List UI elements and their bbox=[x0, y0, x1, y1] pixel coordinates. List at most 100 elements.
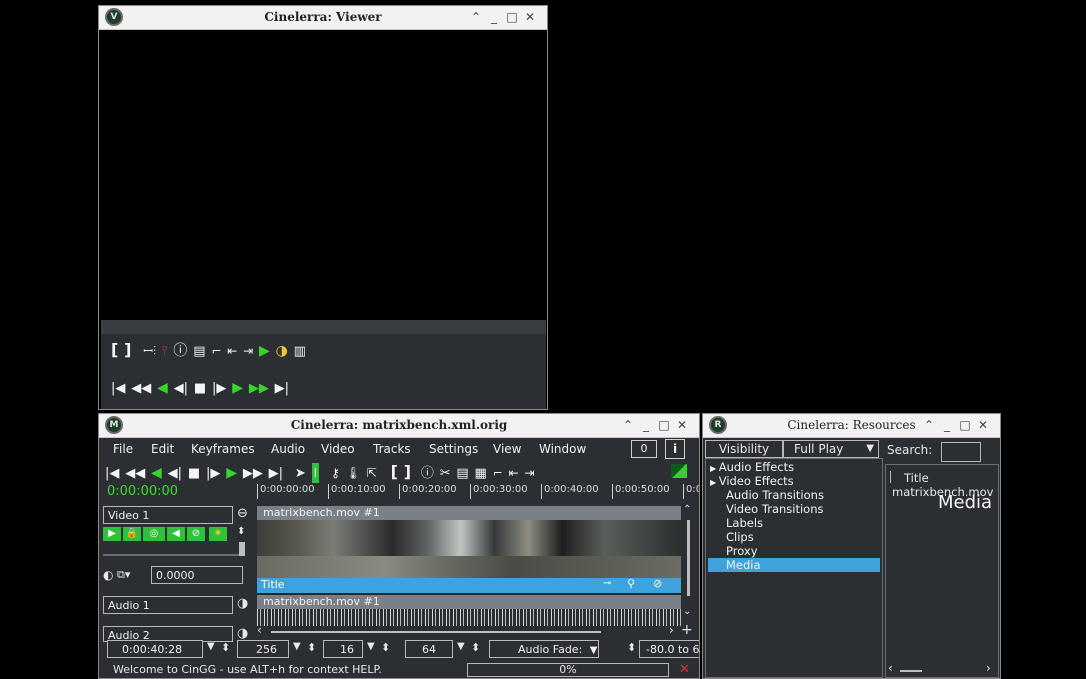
title-track[interactable]: Title ⊸ ⚲ ⊘ bbox=[257, 577, 681, 593]
info-icon[interactable]: ⓘ bbox=[421, 464, 434, 484]
ibeam-tool-icon[interactable]: I bbox=[311, 463, 320, 483]
thermometer-icon[interactable]: 🌡 bbox=[346, 463, 361, 483]
cut-icon[interactable]: ✂ bbox=[440, 464, 451, 484]
blend-mode-icon[interactable]: ◐ bbox=[103, 568, 113, 582]
out-point-icon[interactable]: ] bbox=[124, 340, 131, 360]
expand-icon[interactable]: ✷ bbox=[209, 527, 227, 541]
prev-label-icon[interactable]: ⇤ bbox=[509, 463, 519, 483]
close-icon[interactable]: ✕ bbox=[523, 10, 537, 24]
fast-forward-icon[interactable]: ▶▶ bbox=[249, 379, 269, 399]
minimize-icon[interactable]: _ bbox=[940, 418, 954, 432]
vertical-scrollbar[interactable]: ⌃ ⌄ bbox=[683, 504, 695, 626]
frame-forward-icon[interactable]: |▶ bbox=[212, 379, 226, 399]
visibility-button[interactable]: Visibility bbox=[705, 440, 783, 458]
expand-track-icon[interactable]: ⊖ bbox=[237, 506, 248, 521]
next-label-icon[interactable]: ⇥ bbox=[524, 463, 534, 483]
scroll-left-icon[interactable]: ‹ bbox=[888, 661, 893, 675]
menu-window[interactable]: Window bbox=[539, 442, 586, 456]
video-clip-header[interactable]: matrixbench.mov #1 bbox=[257, 506, 681, 520]
scroll-up-icon[interactable]: ⌃ bbox=[683, 504, 691, 515]
stepper-icon[interactable]: ⬍ bbox=[307, 641, 316, 654]
horizontal-scrollbar[interactable]: ‹ › + bbox=[257, 622, 697, 638]
stop-icon[interactable]: ■ bbox=[188, 464, 200, 484]
timeline-canvas[interactable]: matrixbench.mov #1 Title ⊸ ⚲ ⊘ matrixben… bbox=[257, 506, 681, 626]
scroll-right-icon[interactable]: › bbox=[986, 661, 991, 675]
zoom-icon[interactable]: ⚲ bbox=[627, 577, 635, 590]
folder-item[interactable]: Video Transitions bbox=[726, 502, 823, 516]
stepper-icon[interactable]: ⬍ bbox=[221, 641, 230, 654]
prev-label-icon[interactable]: ⇤ bbox=[227, 341, 237, 361]
dropdown-icon[interactable]: ▼ bbox=[293, 641, 301, 652]
menu-file[interactable]: File bbox=[113, 442, 133, 456]
folder-item[interactable]: ▶ Video Effects bbox=[710, 474, 794, 488]
frame-forward-icon[interactable]: |▶ bbox=[206, 464, 220, 484]
frame-reverse-icon[interactable]: ◀| bbox=[168, 464, 182, 484]
menu-video[interactable]: Video bbox=[321, 442, 355, 456]
main-titlebar[interactable]: M Cinelerra: matrixbench.xml.orig ⌃ _ □ … bbox=[99, 414, 699, 438]
paste-icon[interactable]: ▦ bbox=[475, 464, 487, 484]
copy-icon[interactable]: ▤ bbox=[193, 342, 205, 362]
folder-item[interactable]: Clips bbox=[726, 530, 754, 544]
label-icon[interactable]: ⌐ bbox=[211, 341, 221, 361]
cancel-icon[interactable]: ✕ bbox=[679, 662, 690, 677]
play-track-icon[interactable]: ▶ bbox=[103, 527, 121, 541]
maximize-icon[interactable]: □ bbox=[958, 418, 972, 432]
minimize-icon[interactable]: _ bbox=[639, 418, 653, 432]
expand-track-icon[interactable]: ◑ bbox=[237, 596, 248, 611]
frame-reverse-icon[interactable]: ◀| bbox=[174, 379, 188, 399]
minimize-icon[interactable]: _ bbox=[487, 10, 501, 24]
fade-value-field[interactable]: 0.0000 bbox=[151, 566, 243, 584]
in-point-icon[interactable]: [ bbox=[391, 462, 398, 482]
keyframe-icon[interactable]: ⊸ bbox=[603, 578, 611, 589]
close-icon[interactable]: ✕ bbox=[976, 418, 990, 432]
out-point-icon[interactable]: ] bbox=[404, 462, 411, 482]
position-field[interactable]: 0:00:40:28 bbox=[107, 640, 203, 658]
dropdown-icon[interactable]: ▼ bbox=[367, 641, 375, 652]
amp-zoom-field[interactable]: 16 bbox=[323, 640, 363, 658]
maximize-icon[interactable]: □ bbox=[657, 418, 671, 432]
scroll-thumb[interactable] bbox=[687, 520, 690, 596]
fast-reverse-icon[interactable]: ◀◀ bbox=[125, 464, 145, 484]
maximize-icon[interactable]: □ bbox=[505, 10, 519, 24]
audio1-track-name[interactable]: Audio 1 bbox=[103, 596, 233, 614]
audio-waveform[interactable] bbox=[257, 609, 681, 626]
resources-titlebar[interactable]: R Cinelerra: Resources ⌃ _ □ ✕ bbox=[703, 414, 1000, 438]
stepper-icon[interactable]: ⬍ bbox=[627, 641, 636, 654]
video-track-name[interactable]: Video 1 bbox=[103, 506, 233, 524]
scroll-left-icon[interactable]: ‹ bbox=[257, 623, 262, 637]
camera-icon[interactable]: ◎ bbox=[143, 527, 165, 541]
in-point-icon[interactable]: [ bbox=[111, 340, 118, 360]
fast-reverse-icon[interactable]: ◀◀ bbox=[131, 379, 151, 399]
asset-hscroll-thumb[interactable] bbox=[900, 670, 922, 672]
expand-triangle-icon[interactable]: ▶ bbox=[710, 464, 719, 473]
goto-end-icon[interactable]: ▶| bbox=[269, 464, 283, 484]
counter-box[interactable]: 0 bbox=[631, 440, 657, 458]
disable-icon[interactable]: ⊘ bbox=[653, 577, 662, 590]
label-icon[interactable]: ⌐ bbox=[493, 463, 503, 483]
collapse-icon[interactable]: ⌃ bbox=[922, 418, 936, 432]
audio-fade-dropdown[interactable]: Audio Fade: ▼ bbox=[489, 640, 599, 658]
key-icon[interactable]: ⚷ bbox=[331, 463, 340, 483]
reverse-icon[interactable]: ◀ bbox=[157, 378, 168, 398]
search-input[interactable] bbox=[941, 442, 981, 462]
folder-item[interactable]: Audio Transitions bbox=[726, 488, 824, 502]
viewer-canvas[interactable] bbox=[101, 31, 546, 320]
menu-audio[interactable]: Audio bbox=[271, 442, 305, 456]
add-icon[interactable]: + bbox=[681, 622, 693, 638]
color-wheel-icon[interactable]: ◑ bbox=[276, 341, 288, 361]
stepper-icon[interactable]: ⬍ bbox=[471, 641, 480, 654]
collapse-icon[interactable]: ⌃ bbox=[469, 10, 483, 24]
hscroll-thumb[interactable] bbox=[271, 631, 601, 633]
audio-clip-header[interactable]: matrixbench.mov #1 bbox=[257, 595, 681, 609]
splice-icon[interactable]: ꟷ⫶ bbox=[143, 341, 156, 361]
expand-track-icon[interactable]: ◑ bbox=[237, 626, 248, 641]
menu-settings[interactable]: Settings bbox=[429, 442, 478, 456]
overlay-mode-icon[interactable]: ⧉▾ bbox=[117, 568, 130, 582]
folder-item[interactable]: ▶ Audio Effects bbox=[710, 460, 794, 474]
close-icon[interactable]: ✕ bbox=[675, 418, 689, 432]
menu-edit[interactable]: Edit bbox=[151, 442, 174, 456]
stepper-icon[interactable]: ⬍ bbox=[237, 526, 245, 537]
asset-hscroll[interactable]: ‹ › bbox=[886, 661, 998, 677]
stop-icon[interactable]: ■ bbox=[194, 379, 206, 399]
fade-range-field[interactable]: -80.0 to 6 bbox=[639, 640, 699, 658]
